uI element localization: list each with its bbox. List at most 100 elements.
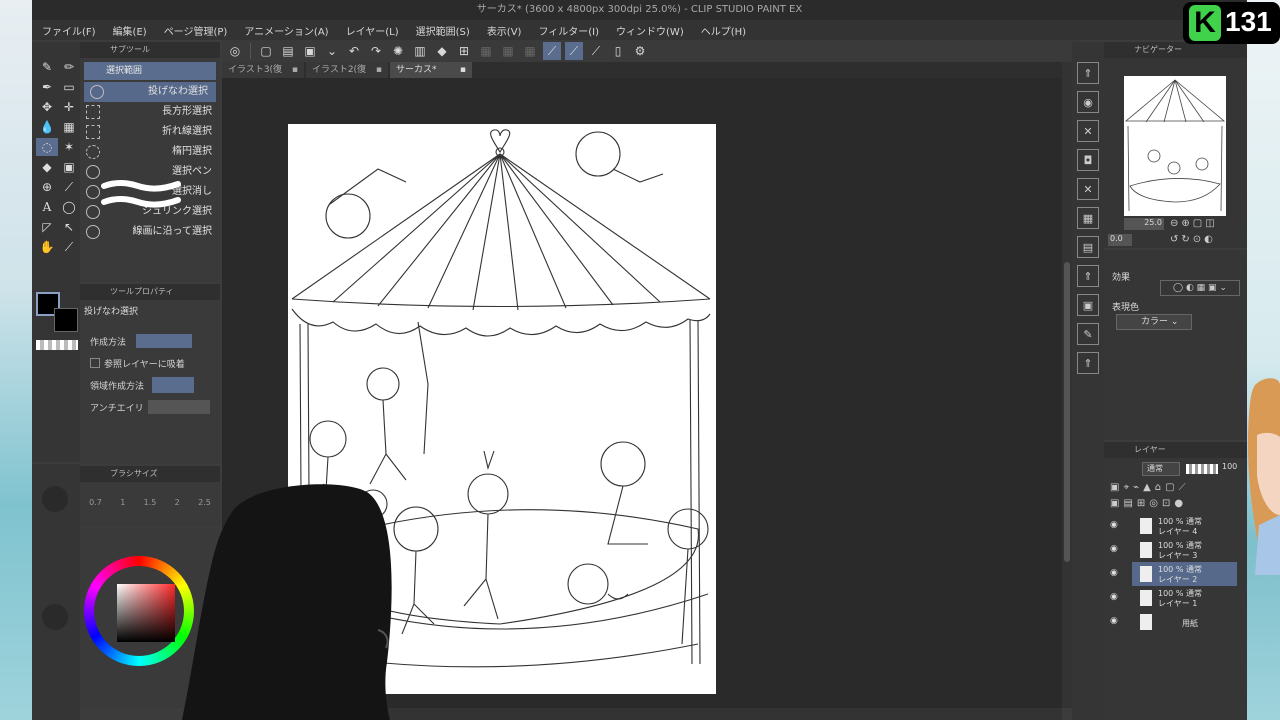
eye-icon[interactable]: ◉	[1110, 592, 1120, 602]
open-folder-icon[interactable]: ▤	[279, 42, 297, 60]
brush-size-option[interactable]: 1.5	[144, 498, 157, 507]
pen-icon[interactable]: ✎	[36, 58, 58, 76]
subtool-polyline[interactable]: 折れ線選択	[80, 122, 220, 142]
speech-bubble-icon[interactable]: ◯	[58, 198, 80, 216]
close-icon[interactable]: ▪	[292, 62, 298, 78]
vector-icon[interactable]: ◸	[36, 218, 58, 236]
scroll-thumb[interactable]	[1064, 262, 1070, 562]
snap-ruler-icon[interactable]: ⟋	[543, 42, 561, 60]
brush-size-option[interactable]: 1	[120, 498, 125, 507]
subtool-group-selection[interactable]: 選択範囲	[84, 62, 216, 80]
opacity-value[interactable]: 100	[1222, 462, 1237, 471]
tab-illust3[interactable]: イラスト3(復元)*▪	[222, 62, 304, 91]
menu-help[interactable]: ヘルプ(H)	[701, 23, 746, 38]
menu-edit[interactable]: 編集(E)	[113, 23, 147, 38]
search-icon[interactable]: ◉	[1077, 91, 1099, 113]
transparent-swatch[interactable]	[36, 340, 78, 350]
menu-view[interactable]: 表示(V)	[487, 23, 522, 38]
eye-icon[interactable]: ◉	[1110, 568, 1120, 578]
transform-icon[interactable]: ⊞	[455, 42, 473, 60]
zoom-controls[interactable]: ⊖⊕▢◫	[1170, 218, 1218, 229]
layer-toolbar-icons[interactable]: ▣⌖⌁▲⌂▢⟋ ▣▤⊞◎⊡●	[1110, 480, 1240, 512]
antialias-buttons[interactable]	[147, 400, 210, 414]
eye-icon[interactable]: ◉	[1110, 544, 1120, 554]
brush-icon[interactable]: ✒	[36, 78, 58, 96]
move-icon[interactable]: ✥	[36, 98, 58, 116]
menu-animation[interactable]: アニメーション(A)	[244, 23, 328, 38]
hue-ring[interactable]	[84, 556, 194, 666]
document-icon[interactable]: ▯	[609, 42, 627, 60]
grid-icon[interactable]: ▦	[1077, 207, 1099, 229]
brush-size-option[interactable]: 2	[175, 498, 180, 507]
new-file-icon[interactable]: ▢	[257, 42, 275, 60]
layer-icon[interactable]: ▤	[1077, 236, 1099, 258]
ruler-icon[interactable]: ↖	[58, 218, 80, 236]
snap-grid-icon[interactable]: ⟋	[587, 42, 605, 60]
zoom-field[interactable]: 25.0	[1124, 218, 1164, 230]
property-reference-layer[interactable]: 参照レイヤーに吸着	[80, 352, 220, 374]
gradient-icon[interactable]: ▣	[58, 158, 80, 176]
menu-window[interactable]: ウィンドウ(W)	[616, 23, 684, 38]
lasso-select-icon[interactable]: ◌	[36, 138, 58, 156]
brush-size-option[interactable]: 0.7	[89, 498, 102, 507]
hand-icon[interactable]: ✋	[36, 238, 58, 256]
property-area-method[interactable]: 領域作成方法	[80, 374, 220, 396]
material-icon[interactable]: ⇑	[1077, 352, 1099, 374]
dropdown-icon[interactable]: ⌄	[323, 42, 341, 60]
undo-icon[interactable]: ↶	[345, 42, 363, 60]
folder-icon[interactable]: ▣	[1077, 294, 1099, 316]
layer-row-selected[interactable]: ◉ 100 % 通常 レイヤー 2	[1104, 562, 1247, 586]
text-icon[interactable]: A	[36, 198, 58, 216]
tab-circus[interactable]: サーカス* ▪	[390, 62, 472, 78]
clear-icon[interactable]: ✺	[389, 42, 407, 60]
line-icon[interactable]: ⟋	[58, 178, 80, 196]
menu-file[interactable]: ファイル(F)	[42, 23, 96, 38]
subtool-lasso[interactable]: 投げなわ選択	[84, 82, 216, 102]
canvas-vertical-scrollbar[interactable]	[1062, 62, 1072, 708]
grid-icon[interactable]: ▦	[58, 118, 80, 136]
canvas-horizontal-scrollbar[interactable]	[362, 708, 1062, 720]
effect-buttons[interactable]: ◯ ◐ ▦ ▣ ⌄	[1160, 280, 1240, 296]
fill-bucket-icon[interactable]: ◆	[36, 158, 58, 176]
angle-field[interactable]: 0.0	[1108, 234, 1132, 246]
eraser-icon[interactable]: ▭	[58, 78, 80, 96]
zoom-icon[interactable]: ⊕	[36, 178, 58, 196]
saturation-square[interactable]	[117, 584, 175, 642]
opacity-slider[interactable]	[1186, 464, 1218, 474]
menu-layer[interactable]: レイヤー(L)	[346, 23, 399, 38]
export-icon[interactable]: ⇑	[1077, 265, 1099, 287]
subtool-rectangle[interactable]: 長方形選択	[80, 102, 220, 122]
fill-icon[interactable]: ◆	[433, 42, 451, 60]
layer-row[interactable]: ◉ 100 % 通常 レイヤー 4	[1104, 514, 1247, 538]
edit-icon[interactable]: ✎	[1077, 323, 1099, 345]
close-box-icon[interactable]: ✕	[1077, 178, 1099, 200]
tab-illust2[interactable]: イラスト2(復元)*▪	[306, 62, 388, 91]
navigator-preview[interactable]	[1124, 76, 1226, 216]
eye-icon[interactable]: ◉	[1110, 616, 1120, 626]
creation-method-buttons[interactable]	[136, 334, 193, 348]
snap-special-ruler-icon[interactable]: ⟋	[565, 42, 583, 60]
layer-row-paper[interactable]: ◉ 用紙	[1104, 610, 1247, 634]
menu-page[interactable]: ページ管理(P)	[164, 23, 228, 38]
clear-outside-icon[interactable]: ▥	[411, 42, 429, 60]
checkbox[interactable]	[90, 358, 100, 368]
expression-color-select[interactable]: カラー ⌄	[1116, 314, 1192, 330]
area-method-buttons[interactable]	[152, 377, 195, 393]
close-icon[interactable]: ▪	[376, 62, 382, 78]
close-icon[interactable]: ▪	[460, 62, 466, 78]
material-icon[interactable]: ⇑	[1077, 62, 1099, 84]
camera-icon[interactable]: ◘	[1077, 149, 1099, 171]
close-box-icon[interactable]: ✕	[1077, 120, 1099, 142]
rotate-controls[interactable]: ↺↻⊙◐	[1170, 234, 1216, 245]
settings-icon[interactable]: ⚙	[631, 42, 649, 60]
subtool-ellipse[interactable]: 楕円選択	[80, 142, 220, 162]
layer-row[interactable]: ◉ 100 % 通常 レイヤー 3	[1104, 538, 1247, 562]
menu-selection[interactable]: 選択範囲(S)	[416, 23, 470, 38]
pencil-icon[interactable]: ✏	[58, 58, 80, 76]
blend-icon[interactable]: 💧	[36, 118, 58, 136]
subtool-select-along-line[interactable]: 線画に沿って選択	[80, 222, 220, 242]
eyedropper-icon[interactable]: ⟋	[58, 238, 80, 256]
layer-row[interactable]: ◉ 100 % 通常 レイヤー 1	[1104, 586, 1247, 610]
magic-wand-icon[interactable]: ✶	[58, 138, 80, 156]
menu-filter[interactable]: フィルター(I)	[538, 23, 599, 38]
